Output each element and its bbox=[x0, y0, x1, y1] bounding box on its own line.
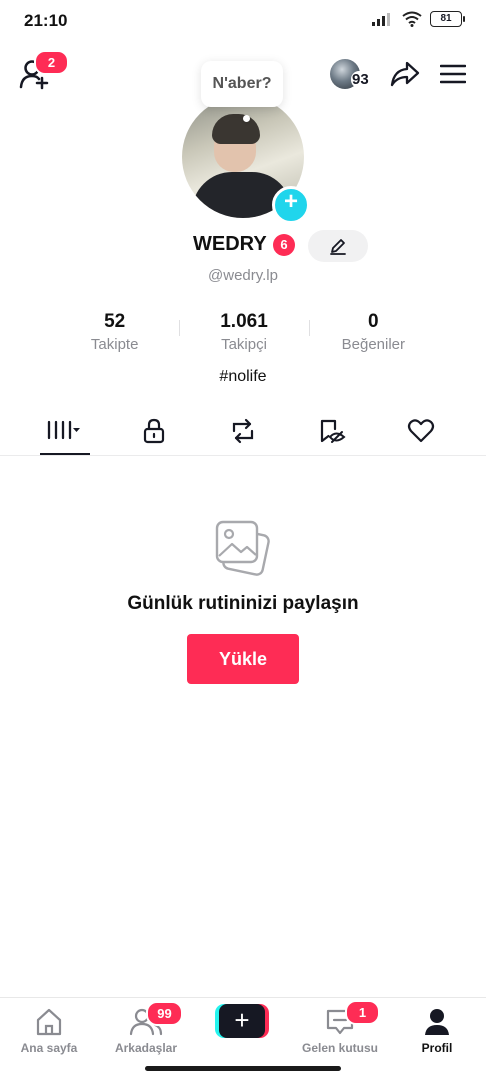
tab-liked[interactable] bbox=[391, 410, 451, 456]
heart-icon bbox=[407, 419, 435, 443]
tab-videos[interactable] bbox=[35, 410, 95, 456]
plus-icon: + bbox=[283, 188, 298, 215]
upload-button[interactable]: Yükle bbox=[187, 634, 299, 684]
share-icon[interactable] bbox=[390, 60, 420, 88]
create-button[interactable]: + bbox=[215, 1004, 269, 1038]
tab-reposts[interactable] bbox=[213, 410, 273, 456]
add-avatar-button[interactable]: + bbox=[272, 186, 310, 224]
profile-icon bbox=[425, 1009, 449, 1035]
friends-badge: 99 bbox=[146, 1001, 183, 1026]
nav-home[interactable]: Ana sayfa bbox=[1, 1006, 97, 1055]
status-bubble[interactable]: N'aber? bbox=[201, 61, 283, 107]
stat-following[interactable]: 52 Takipte bbox=[50, 311, 179, 355]
name-badge: 6 bbox=[273, 234, 295, 256]
empty-state-icon bbox=[214, 518, 272, 583]
repost-icon bbox=[232, 418, 254, 444]
stat-label: Takipte bbox=[90, 336, 139, 353]
nav-label: Arkadaşlar bbox=[114, 1041, 178, 1055]
wifi-icon bbox=[402, 11, 422, 27]
add-friend-badge: 2 bbox=[34, 50, 69, 75]
stat-value: 0 bbox=[368, 311, 379, 332]
stat-label: Takipçi bbox=[221, 336, 267, 353]
stat-label: Beğeniler bbox=[341, 336, 406, 353]
nav-label: Ana sayfa bbox=[20, 1041, 78, 1055]
profile-name: WEDRY bbox=[193, 233, 267, 255]
status-bar: 21:10 81 bbox=[0, 0, 486, 44]
mini-avatar-count: 93 bbox=[351, 71, 370, 88]
story-avatar-button[interactable]: 93 bbox=[330, 57, 370, 91]
stat-likes[interactable]: 0 Beğeniler bbox=[308, 311, 438, 355]
plus-icon: + bbox=[219, 1004, 265, 1038]
signal-icon bbox=[372, 13, 390, 26]
inbox-badge: 1 bbox=[345, 1000, 380, 1025]
tab-saved[interactable] bbox=[302, 410, 362, 456]
menu-icon[interactable] bbox=[440, 63, 466, 85]
status-icons: 81 bbox=[372, 11, 465, 27]
nav-profile[interactable]: Profil bbox=[389, 1006, 485, 1055]
profile-stats: 52 Takipte 1.061 Takipçi 0 Beğeniler bbox=[50, 311, 438, 355]
bookmark-hidden-icon bbox=[320, 419, 346, 443]
battery-indicator: 81 bbox=[430, 11, 465, 27]
stat-value: 1.061 bbox=[220, 311, 268, 332]
active-tab-indicator bbox=[40, 453, 90, 455]
bubble-tail bbox=[243, 115, 250, 122]
pencil-icon bbox=[330, 239, 346, 255]
avatar-hair bbox=[212, 114, 260, 144]
header-actions: 93 bbox=[330, 57, 466, 91]
empty-state-title: Günlük rutininizi paylaşın bbox=[127, 593, 359, 614]
stat-followers[interactable]: 1.061 Takipçi bbox=[179, 311, 308, 355]
profile-bio: #nolife bbox=[219, 368, 267, 385]
nav-label: Gelen kutusu bbox=[301, 1041, 378, 1055]
tab-private[interactable] bbox=[124, 410, 184, 456]
status-time: 21:10 bbox=[24, 11, 68, 30]
home-icon bbox=[36, 1008, 62, 1036]
home-indicator bbox=[145, 1066, 341, 1071]
photos-icon bbox=[215, 520, 270, 576]
nav-label: Profil bbox=[421, 1041, 453, 1055]
edit-profile-button[interactable] bbox=[308, 230, 368, 262]
battery-level: 81 bbox=[440, 13, 452, 24]
stat-value: 52 bbox=[104, 311, 126, 332]
profile-handle: @wedry.lp bbox=[208, 267, 278, 284]
grid-icon bbox=[47, 420, 80, 440]
lock-icon bbox=[143, 418, 165, 444]
name-row: WEDRY 6 bbox=[0, 230, 486, 262]
profile-tabs bbox=[0, 410, 486, 456]
